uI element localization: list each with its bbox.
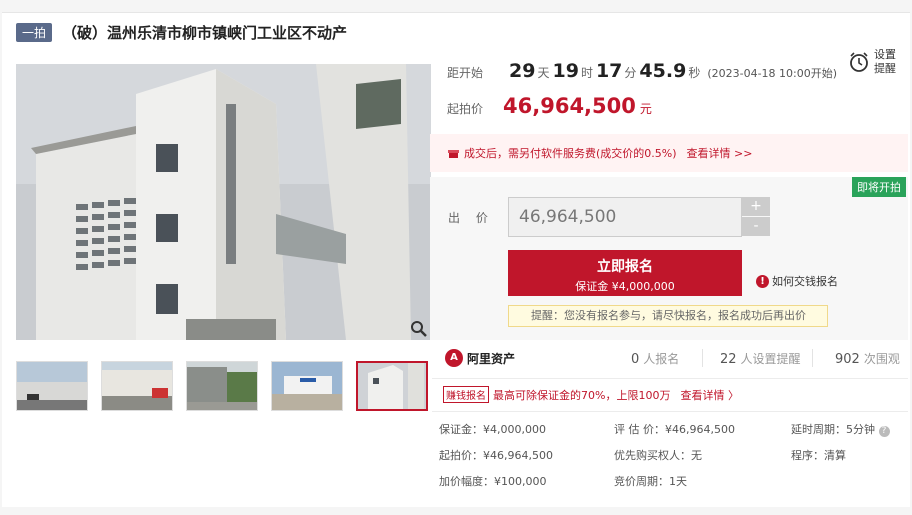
start-price-detail: 起拍价：¥46,964,500	[439, 449, 553, 462]
countdown-seconds: 45.9	[639, 60, 687, 82]
alibaba-assets-logo-icon: A	[445, 349, 463, 367]
title-row: 一拍 （破）温州乐清市柳市镇峡门工业区不动产	[16, 22, 347, 42]
signup-count: 0 人报名	[631, 350, 679, 367]
appraisal-detail: 评 估 价：¥46,964,500	[614, 423, 735, 436]
service-fee-text: 成交后，需另付软件服务费(成交价的0.5%)	[464, 147, 677, 160]
details-col-3: 延时周期：5分钟 ? 程序：清算	[791, 417, 890, 469]
thumbnail-3[interactable]	[186, 361, 258, 411]
view-count-label: 次围观	[863, 352, 900, 366]
thumbnail-5[interactable]	[356, 361, 428, 411]
thumbnail-2[interactable]	[101, 361, 173, 411]
countdown-minutes-unit: 分	[624, 66, 637, 80]
bid-panel: 即将开拍 出 价 46,964,500 + - 立即报名 保证金 ¥4,000,…	[430, 177, 908, 340]
priority-buyer-detail: 优先购买权人：无	[614, 449, 702, 462]
countdown-minutes: 17	[595, 60, 623, 82]
service-fee-notice: 成交后，需另付软件服务费(成交价的0.5%) 查看详情 >>	[430, 134, 908, 172]
thumbnail-strip	[16, 361, 428, 411]
set-reminder-button[interactable]: 设置 提醒	[848, 48, 904, 76]
start-price-row: 起拍价 46,964,500 元	[447, 94, 652, 118]
details-col-2: 评 估 价：¥46,964,500 优先购买权人：无 竞价周期：1天	[614, 417, 735, 495]
countdown-days-unit: 天	[537, 66, 550, 80]
reminder-count: 22 人设置提醒	[720, 350, 801, 367]
details-col-1: 保证金：¥4,000,000 起拍价：¥46,964,500 加价幅度：¥100…	[439, 417, 553, 495]
countdown-hours-unit: 时	[580, 66, 593, 80]
promo-row: 赚钱报名 最高可除保证金的70%，上限100万 查看详情 〉	[443, 386, 739, 403]
main-photo[interactable]	[16, 64, 431, 340]
start-price-value: 46,964,500	[503, 94, 636, 118]
signup-count-value: 0	[631, 352, 640, 367]
bidding-cycle-detail: 竞价周期：1天	[614, 475, 687, 488]
bid-decrease-button[interactable]: -	[742, 217, 770, 236]
countdown: 距开始 29 天 19 时 17 分 45.9 秒 (2023-04-18 10…	[447, 60, 837, 82]
info-icon: !	[756, 274, 769, 288]
promo-details-link[interactable]: 查看详情 〉	[680, 387, 739, 403]
procedure-detail: 程序：清算	[791, 449, 846, 462]
divider	[432, 378, 908, 379]
start-price-label: 起拍价	[447, 102, 484, 116]
deposit-amount: 保证金 ¥4,000,000	[575, 280, 675, 293]
countdown-label: 距开始	[447, 66, 484, 80]
reminder-count-label: 人设置提醒	[740, 352, 801, 366]
building-photo	[16, 64, 431, 340]
view-count: 902 次围观	[835, 350, 900, 367]
thumbnail-4[interactable]	[271, 361, 343, 411]
signup-count-label: 人报名	[643, 352, 680, 366]
countdown-days: 29	[509, 60, 536, 82]
bid-amount-input[interactable]: 46,964,500	[508, 197, 742, 237]
page: 一拍 （破）温州乐清市柳市镇峡门工业区不动产 距开始 29 天 19 时 17 …	[0, 0, 912, 515]
stats-divider	[812, 349, 813, 367]
apply-now-button[interactable]: 立即报名 保证金 ¥4,000,000	[508, 250, 742, 296]
countdown-seconds-unit: 秒	[688, 66, 701, 80]
signup-reminder-tip: 提醒：您没有报名参与，请尽快报名，报名成功后再出价	[508, 305, 828, 327]
page-title: （破）温州乐清市柳市镇峡门工业区不动产	[62, 23, 348, 42]
auction-round-tag: 一拍	[16, 22, 53, 42]
start-time-note: (2023-04-18 10:00开始)	[707, 67, 838, 80]
promo-badge: 赚钱报名	[443, 386, 489, 403]
divider	[432, 411, 908, 412]
zoom-icon[interactable]	[410, 320, 428, 338]
extension-detail: 延时周期：5分钟 ?	[791, 417, 890, 443]
increment-detail: 加价幅度：¥100,000	[439, 475, 547, 488]
start-price-unit: 元	[639, 102, 652, 116]
alarm-clock-icon	[850, 52, 868, 72]
countdown-hours: 19	[552, 60, 579, 82]
provider-name: 阿里资产	[467, 351, 516, 366]
apply-now-label: 立即报名	[597, 259, 653, 275]
reminder-label-2: 提醒	[874, 62, 896, 75]
service-fee-details-link[interactable]: 查看详情 >>	[687, 145, 753, 161]
extension-detail-text: 延时周期：5分钟	[791, 423, 875, 436]
reminder-count-value: 22	[720, 352, 737, 367]
help-icon[interactable]: ?	[878, 426, 890, 437]
how-to-pay-text: 如何交钱报名	[772, 275, 838, 288]
gift-icon	[448, 149, 459, 158]
thumbnail-1[interactable]	[16, 361, 88, 411]
bid-increase-button[interactable]: +	[742, 197, 770, 216]
deposit-detail: 保证金：¥4,000,000	[439, 423, 546, 436]
how-to-pay-link[interactable]: ! 如何交钱报名	[756, 273, 838, 289]
promo-text: 最高可除保证金的70%，上限100万	[493, 388, 671, 402]
stats-divider	[702, 349, 703, 367]
view-count-value: 902	[835, 352, 860, 367]
reminder-label-1: 设置	[874, 48, 896, 61]
starting-soon-badge: 即将开拍	[852, 177, 906, 197]
bid-label: 出 价	[448, 211, 494, 225]
